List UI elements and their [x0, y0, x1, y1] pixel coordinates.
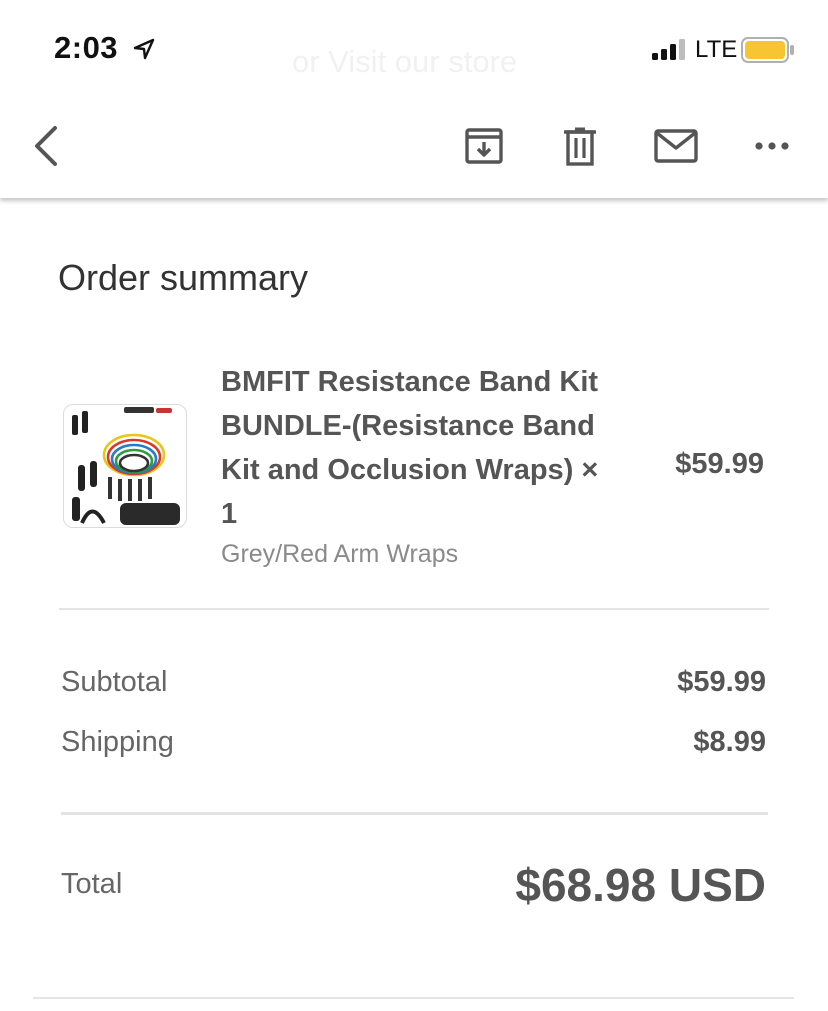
order-summary-section: Order summary BMFIT Resistance Band Kit …: [0, 200, 828, 1011]
email-toolbar: [0, 100, 828, 198]
location-arrow-icon: [133, 38, 155, 60]
subtotal-label: Subtotal: [61, 666, 168, 698]
back-arrow-icon: [35, 126, 57, 166]
battery-icon: [741, 37, 794, 63]
status-time: 2:03: [54, 30, 119, 65]
cellular-signal-icon: [652, 39, 685, 60]
archive-button[interactable]: [460, 122, 508, 170]
total-label: Total: [61, 868, 123, 900]
resistance-bands-image: [72, 407, 180, 525]
product-price: $59.99: [675, 448, 764, 480]
email-view-screen: 2:03 or Visit our store LTE Order summar…: [0, 0, 828, 1011]
mark-unread-button[interactable]: [652, 122, 700, 170]
divider: [61, 812, 768, 815]
shipping-value: $8.99: [693, 726, 766, 758]
mail-icon: [654, 129, 698, 163]
shipping-label: Shipping: [61, 726, 174, 758]
order-summary-title: Order summary: [58, 257, 309, 298]
status-bar: 2:03 or Visit our store LTE: [0, 0, 828, 100]
divider: [33, 997, 794, 999]
more-options-button[interactable]: [748, 122, 796, 170]
trash-icon: [564, 127, 596, 166]
product-image: [63, 404, 187, 528]
more-icon: [755, 142, 789, 150]
faded-background-text: or Visit our store: [292, 44, 518, 79]
subtotal-value: $59.99: [677, 666, 766, 698]
product-name: BMFIT Resistance Band Kit BUNDLE-(Resist…: [221, 366, 599, 530]
delete-button[interactable]: [556, 122, 604, 170]
archive-icon: [465, 128, 503, 164]
divider: [59, 608, 769, 610]
total-value: $68.98 USD: [515, 859, 766, 911]
product-variant: Grey/Red Arm Wraps: [221, 540, 459, 568]
carrier-label: LTE: [695, 36, 738, 63]
back-button[interactable]: [22, 122, 70, 170]
